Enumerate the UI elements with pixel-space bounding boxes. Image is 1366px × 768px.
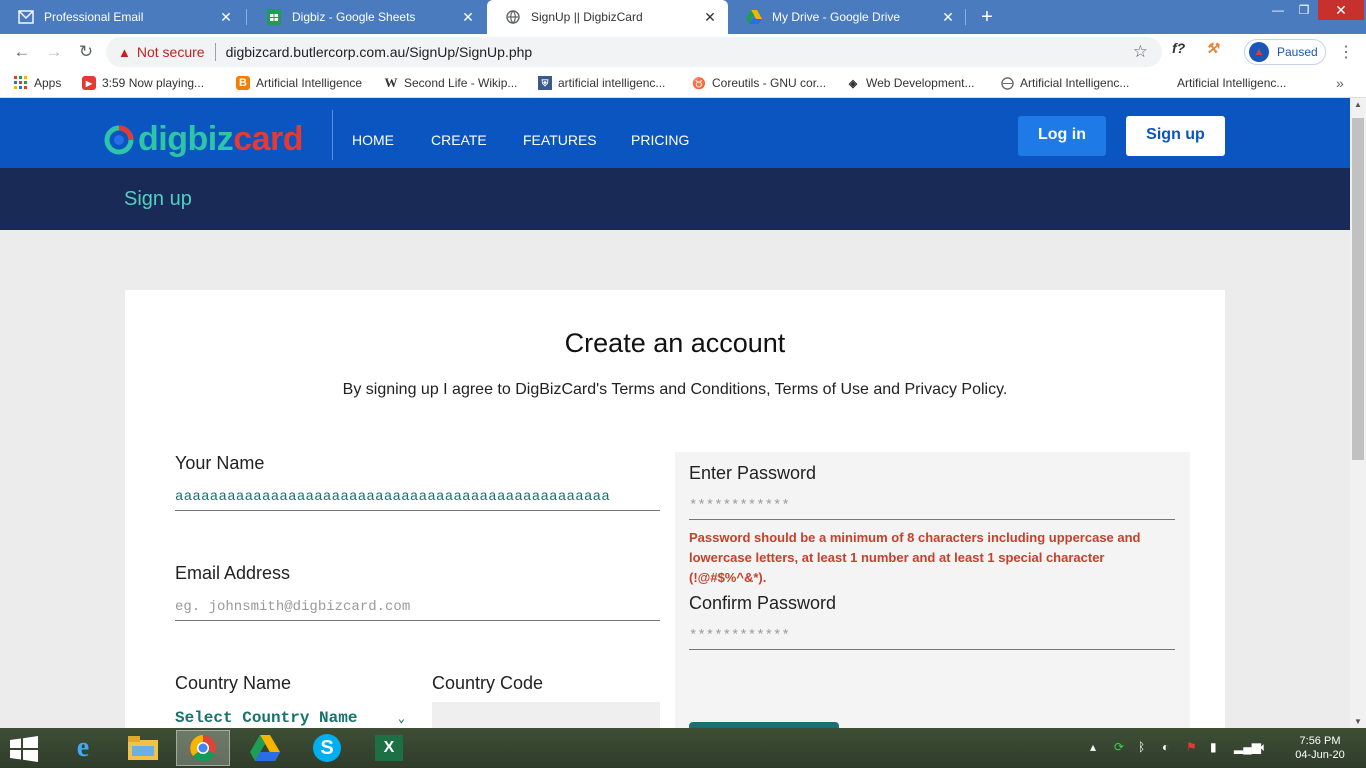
browser-toolbar: ← → ↻ ▲ Not secure digbizcard.butlercorp… <box>0 34 1366 70</box>
scrollbar-thumb[interactable] <box>1352 118 1364 460</box>
volume-icon[interactable]: 🔈︎ <box>1260 740 1267 755</box>
password-hint: Password should be a minimum of 8 charac… <box>689 530 1141 585</box>
diamond-icon: ◈ <box>848 77 858 90</box>
window-close-button[interactable]: ✕ <box>1318 0 1364 20</box>
form-heading: Create an account <box>564 328 786 358</box>
battery-icon[interactable]: ▮ <box>1210 740 1217 754</box>
bookmark-ai-globe[interactable]: Artificial Intelligenc... <box>1000 76 1129 90</box>
country-name-label: Country Name <box>175 673 292 693</box>
bookmark-wikipedia[interactable]: W Second Life - Wikip... <box>384 75 518 90</box>
close-icon[interactable]: ✕ <box>940 9 956 26</box>
avatar: ▲ <box>1249 42 1269 62</box>
site-header: dig biz card HOME CREATE FEATURES PRICING … <box>0 98 1350 168</box>
bookmark-apps[interactable]: Apps <box>14 76 61 90</box>
gnu-icon: ♉ <box>692 77 706 90</box>
skype-icon[interactable]: S <box>300 730 354 766</box>
bookmark-star-icon[interactable]: ☆ <box>1133 42 1148 62</box>
sheets-icon <box>266 9 282 25</box>
tab-google-sheets[interactable]: Digbiz - Google Sheets ✕ <box>248 0 486 34</box>
tray-sync-icon[interactable]: ⟳ <box>1114 740 1124 754</box>
page-viewport: dig biz card HOME CREATE FEATURES PRICING … <box>0 98 1350 728</box>
name-label: Your Name <box>175 453 265 473</box>
bookmark-web-development[interactable]: ◈ Web Development... <box>846 76 975 90</box>
globe-icon <box>1000 76 1014 90</box>
google-drive-app-icon[interactable] <box>238 730 292 766</box>
password-input[interactable] <box>689 492 1175 520</box>
internet-explorer-icon[interactable]: e <box>56 730 110 766</box>
country-code-label: Country Code <box>432 673 544 693</box>
logo-mark-icon <box>104 125 134 154</box>
browser-tab-strip: Professional Email ✕ Digbiz - Google She… <box>0 0 1366 34</box>
tray-app-icon[interactable]: ◐ <box>1162 740 1169 754</box>
drive-icon <box>746 9 762 25</box>
minimize-button[interactable]: — <box>1266 0 1290 20</box>
page-banner: Sign up <box>0 168 1350 230</box>
name-input[interactable] <box>175 483 660 511</box>
bookmark-ai-crest[interactable]: ⛨ artificial intelligenc... <box>538 76 665 90</box>
login-button[interactable]: Log in <box>1018 116 1106 156</box>
address-bar[interactable]: ▲ Not secure digbizcard.butlercorp.com.a… <box>106 37 1162 67</box>
excel-icon[interactable]: X <box>362 730 416 766</box>
hammer-extension-icon[interactable]: ⚒ <box>1206 40 1219 57</box>
close-icon[interactable]: ✕ <box>460 9 476 26</box>
signup-form-card: Create an account By signing up I agree … <box>125 290 1225 728</box>
page-scrollbar[interactable]: ▲ ▼ <box>1350 98 1366 728</box>
tab-professional-email[interactable]: Professional Email ✕ <box>0 0 244 34</box>
tray-expand-icon[interactable]: ▴ <box>1090 740 1096 754</box>
bookmark-coreutils[interactable]: ♉ Coreutils - GNU cor... <box>692 76 826 90</box>
page-title: Sign up <box>124 188 192 210</box>
bookmark-youtube[interactable]: ▶ 3:59 Now playing... <box>82 76 204 90</box>
email-label: Email Address <box>175 563 291 583</box>
close-icon[interactable]: ✕ <box>702 9 718 26</box>
nav-features[interactable]: FEATURES <box>523 132 597 148</box>
wikipedia-icon: W <box>384 75 398 90</box>
password-panel: Enter Password Password should be a mini… <box>675 452 1190 728</box>
more-bookmarks-icon[interactable]: » <box>1336 75 1344 91</box>
country-select[interactable]: Select Country Name ⌄ <box>175 707 405 728</box>
apps-grid-icon <box>14 76 28 90</box>
url-text[interactable]: digbizcard.butlercorp.com.au/SignUp/Sign… <box>226 44 533 60</box>
password-label: Enter Password <box>689 463 817 483</box>
back-button[interactable]: ← <box>12 42 32 62</box>
bookmark-blogger[interactable]: B Artificial Intelligence <box>236 76 362 90</box>
globe-icon <box>505 9 521 25</box>
chrome-icon[interactable] <box>176 730 230 766</box>
new-tab-button[interactable]: + <box>977 6 997 28</box>
tab-google-drive[interactable]: My Drive - Google Drive ✕ <box>728 0 966 34</box>
warning-triangle-icon: ▲ <box>118 44 131 60</box>
system-clock[interactable]: 7:56 PM 04-Jun-20 <box>1292 734 1348 762</box>
nav-pricing[interactable]: PRICING <box>631 132 689 148</box>
tab-signup-digbizcard[interactable]: SignUp || DigbizCard ✕ <box>487 0 728 34</box>
forward-button[interactable]: → <box>44 42 64 62</box>
shield-crest-icon: ⛨ <box>538 76 552 90</box>
signup-button[interactable]: Sign up <box>1126 116 1225 156</box>
file-explorer-icon[interactable] <box>116 730 170 766</box>
country-code-field[interactable] <box>432 702 660 728</box>
browser-menu-icon[interactable]: ⋮ <box>1338 42 1354 62</box>
bluetooth-icon[interactable]: ᛒ <box>1138 740 1145 754</box>
mail-icon <box>18 9 34 25</box>
confirm-password-input[interactable] <box>689 622 1175 650</box>
reload-button[interactable]: ↻ <box>76 42 96 62</box>
nav-home[interactable]: HOME <box>352 132 394 148</box>
chevron-down-icon: ⌄ <box>397 711 405 726</box>
bookmark-ai-folder[interactable]: Artificial Intelligenc... <box>1177 76 1286 90</box>
formula-extension-icon[interactable]: f? <box>1172 40 1185 56</box>
email-input[interactable] <box>175 593 660 621</box>
confirm-password-label: Confirm Password <box>689 593 837 613</box>
youtube-icon: ▶ <box>82 76 96 90</box>
close-icon[interactable]: ✕ <box>218 9 234 26</box>
tray-alert-icon[interactable]: ⚑ <box>1186 740 1197 754</box>
restore-button[interactable]: ❐ <box>1292 0 1316 20</box>
nav-create[interactable]: CREATE <box>431 132 487 148</box>
profile-button[interactable]: ▲ Paused <box>1244 39 1326 65</box>
windows-taskbar: e S X ▴ ⟳ ᛒ ◐ ⚑ ▮ ▂▄▆ 🔈︎ 7:56 PM 04-Jun-… <box>0 728 1366 768</box>
terms-text: By signing up I agree to DigBizCard's Te… <box>342 381 1008 398</box>
bookmarks-bar: Apps ▶ 3:59 Now playing... B Artificial … <box>0 70 1366 98</box>
digbizcard-logo[interactable]: dig biz card <box>104 120 304 159</box>
windows-start-icon[interactable] <box>10 736 38 762</box>
security-status[interactable]: Not secure <box>137 44 205 60</box>
blogger-icon: B <box>236 76 250 90</box>
network-signal-icon[interactable]: ▂▄▆ <box>1234 740 1261 754</box>
